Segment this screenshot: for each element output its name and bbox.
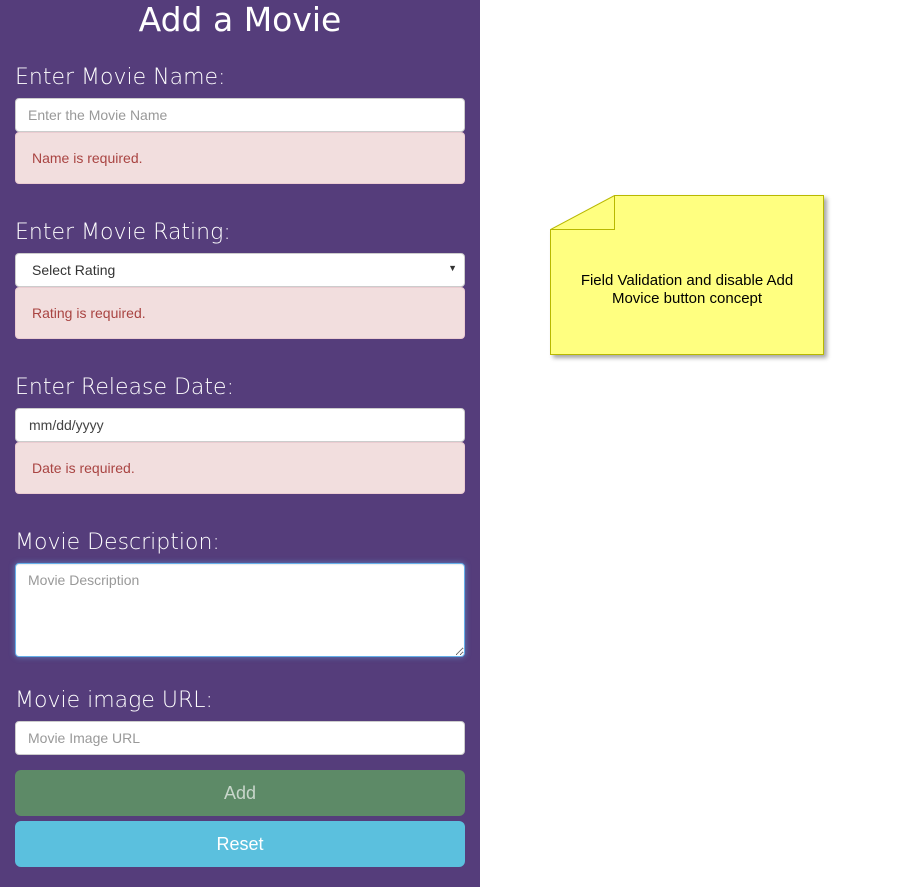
page-title: Add a Movie xyxy=(138,0,342,39)
release-date-value: mm/dd/yyyy xyxy=(29,417,104,433)
release-date-label: Enter Release Date: xyxy=(15,375,234,400)
rating-selected-value: Select Rating xyxy=(32,262,116,278)
add-movie-panel: Add a Movie Enter Movie Name: Name is re… xyxy=(0,0,480,887)
movie-rating-select[interactable]: Select Rating ▼ xyxy=(15,253,465,287)
rating-error-text: Rating is required. xyxy=(32,305,146,321)
date-error-alert: Date is required. xyxy=(15,442,465,494)
movie-description-label: Movie Description: xyxy=(15,530,220,555)
movie-name-input[interactable] xyxy=(15,98,465,132)
sticky-note: Field Validation and disable Add Movice … xyxy=(550,195,824,355)
movie-image-url-input[interactable] xyxy=(15,721,465,755)
movie-name-label: Enter Movie Name: xyxy=(15,65,226,90)
rating-error-alert: Rating is required. xyxy=(15,287,465,339)
movie-description-textarea[interactable] xyxy=(15,563,465,657)
add-button[interactable]: Add xyxy=(15,770,465,816)
movie-image-url-label: Movie image URL: xyxy=(15,688,213,713)
name-error-alert: Name is required. xyxy=(15,132,465,184)
name-error-text: Name is required. xyxy=(32,150,143,166)
sticky-note-text: Field Validation and disable Add Movice … xyxy=(580,272,794,307)
caret-down-icon: ▼ xyxy=(448,263,457,273)
movie-rating-label: Enter Movie Rating: xyxy=(15,220,231,245)
reset-button[interactable]: Reset xyxy=(15,821,465,867)
date-error-text: Date is required. xyxy=(32,460,135,476)
release-date-input[interactable]: mm/dd/yyyy xyxy=(15,408,465,442)
